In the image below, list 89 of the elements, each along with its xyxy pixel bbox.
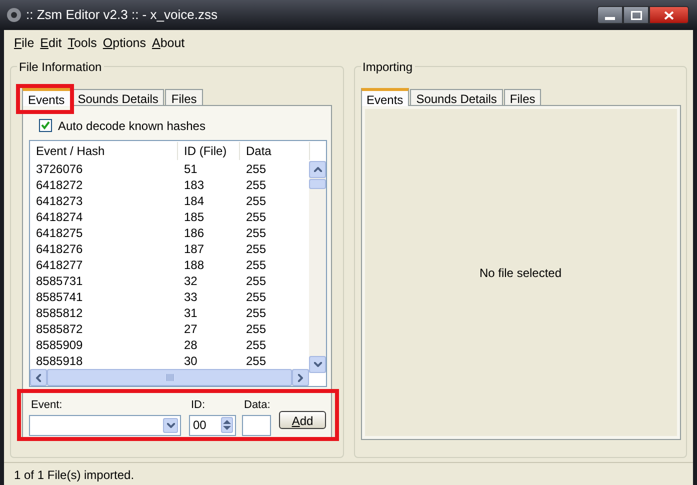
- table-cell-text: 8585812: [35, 304, 84, 321]
- table-cell-text: 255: [245, 160, 268, 177]
- table-cell-text: 188: [183, 256, 206, 273]
- caret-up-icon: [314, 166, 322, 172]
- menu-item[interactable]: Tools: [68, 34, 97, 52]
- table-cell-text: 8585909: [35, 336, 84, 353]
- scroll-down-button[interactable]: [309, 356, 326, 373]
- column-header[interactable]: Data: [240, 142, 310, 160]
- table-cell-text: 255: [245, 256, 268, 273]
- checkbox-label: Auto decode known hashes: [58, 118, 206, 135]
- caret-left-icon: [36, 374, 41, 382]
- id-spinner[interactable]: 00: [189, 414, 236, 436]
- caret-right-icon: [298, 374, 303, 382]
- table-cell-text: 255: [245, 192, 268, 209]
- scroll-right-button[interactable]: [292, 369, 309, 386]
- close-button[interactable]: [649, 6, 689, 24]
- table-cell-text: 255: [245, 240, 268, 257]
- table-cell-text: 6418277: [35, 256, 84, 273]
- table-cell-text: 255: [245, 352, 268, 369]
- field-label: Data:: [243, 398, 271, 414]
- tab[interactable]: Files: [165, 89, 203, 105]
- table-cell-text: 8585741: [35, 288, 84, 305]
- menu-item[interactable]: Options: [102, 34, 146, 52]
- table-cell-text: 8585872: [35, 320, 84, 337]
- table-cell-text: 183: [183, 176, 206, 193]
- table-cell-text: 255: [245, 336, 268, 353]
- table-cell-text: 27: [183, 320, 198, 337]
- minimize-button[interactable]: [597, 6, 623, 24]
- table-cell-text: 185: [183, 208, 206, 225]
- table-cell-text: 184: [183, 192, 206, 209]
- table-cell-text: 6418274: [35, 208, 84, 225]
- data-input[interactable]: [242, 414, 271, 436]
- column-header[interactable]: Event / Hash: [30, 142, 178, 160]
- field-label: ID:: [190, 398, 206, 414]
- close-icon: [664, 10, 674, 20]
- window-title: :: Zsm Editor v2.3 :: - x_voice.zss: [26, 6, 218, 24]
- scroll-thumb[interactable]: [309, 178, 326, 189]
- table-cell-text: 30: [183, 352, 198, 369]
- field-label: Event:: [30, 398, 64, 414]
- table-cell-text: 3726076: [35, 160, 84, 177]
- table-cell-text: 6418273: [35, 192, 84, 209]
- table-cell-text: 255: [245, 288, 268, 305]
- table-cell-text: 32: [183, 272, 198, 289]
- table-cell-text: 28: [183, 336, 198, 353]
- table-cell-text: 8585731: [35, 272, 84, 289]
- empty-message: No file selected: [479, 264, 562, 282]
- table-cell-text: 6418272: [35, 176, 84, 193]
- table-cell-text: 6418275: [35, 224, 84, 241]
- minimize-icon: [605, 17, 615, 20]
- table-cell-text: 51: [183, 160, 198, 177]
- table-cell-text: 187: [183, 240, 206, 257]
- check-icon: [41, 121, 50, 130]
- table-cell-text: 33: [183, 288, 198, 305]
- table-cell-text: 255: [245, 304, 268, 321]
- tab[interactable]: Sounds Details: [410, 89, 503, 105]
- table-cell-text: 255: [245, 208, 268, 225]
- tab[interactable]: Events: [22, 88, 71, 106]
- menu-item[interactable]: Edit: [40, 34, 62, 52]
- table-cell-text: 255: [245, 272, 268, 289]
- app-icon: [6, 7, 22, 23]
- table-cell-text: 255: [245, 320, 268, 337]
- table-cell-text: 8585918: [35, 352, 84, 369]
- dropdown-button[interactable]: [163, 418, 178, 433]
- status-text: 1 of 1 File(s) imported.: [14, 466, 134, 484]
- maximize-button[interactable]: [623, 6, 649, 24]
- spin-buttons[interactable]: [221, 417, 233, 434]
- table-cell-text: 6418276: [35, 240, 84, 257]
- menu-item[interactable]: About: [152, 34, 185, 52]
- spinner-value: 00: [193, 417, 206, 434]
- scroll-up-button[interactable]: [309, 160, 326, 178]
- table-cell-text: 186: [183, 224, 206, 241]
- maximize-icon: [630, 10, 642, 20]
- checkbox[interactable]: [39, 119, 52, 132]
- table-cell-text: 255: [245, 176, 268, 193]
- grip-icon: [166, 374, 174, 382]
- event-dropdown[interactable]: [29, 414, 181, 436]
- add-button[interactable]: Add: [279, 411, 326, 430]
- tab[interactable]: Sounds Details: [72, 89, 164, 105]
- caret-down-icon: [314, 362, 322, 367]
- tab[interactable]: Files: [504, 89, 542, 105]
- table-cell-text: 31: [183, 304, 198, 321]
- vertical-scrollbar[interactable]: [309, 160, 326, 373]
- column-header[interactable]: ID (File): [178, 142, 240, 160]
- menu-item[interactable]: File: [14, 34, 34, 52]
- tab[interactable]: Events: [360, 88, 410, 106]
- table-cell-text: 255: [245, 224, 268, 241]
- up-down-icon: [223, 419, 231, 432]
- scroll-left-button[interactable]: [30, 369, 47, 386]
- caret-down-icon: [166, 422, 174, 428]
